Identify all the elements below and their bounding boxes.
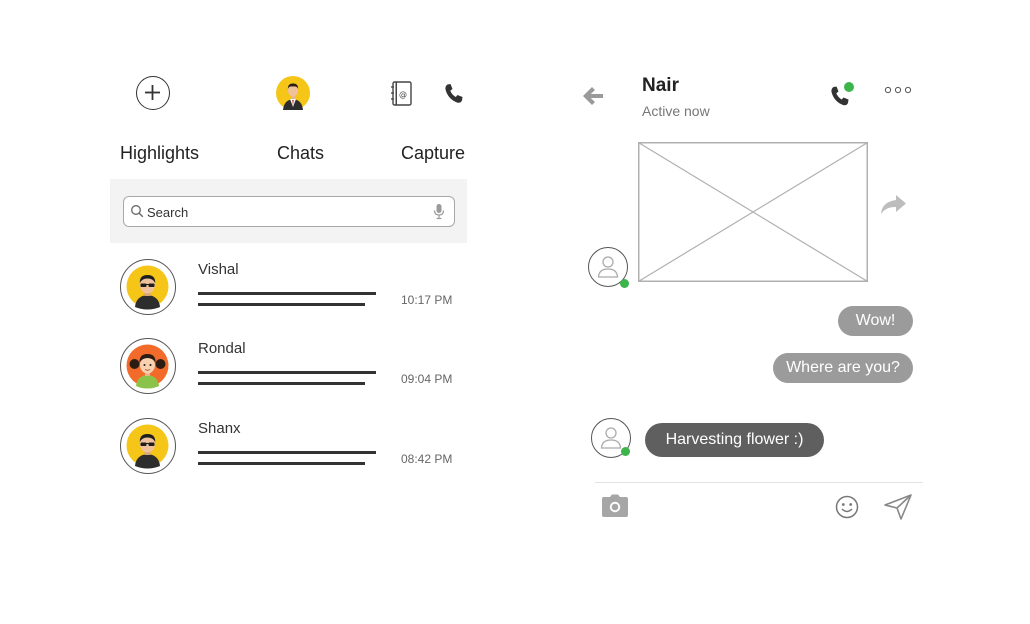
incoming-message-bubble: Harvesting flower :) [645,423,824,457]
tab-chats[interactable]: Chats [277,143,324,164]
new-chat-button[interactable] [136,76,170,110]
man-in-suit-avatar-icon [276,76,310,110]
share-arrow-icon[interactable] [879,194,907,216]
search-input[interactable] [147,201,417,223]
profile-avatar[interactable] [276,76,310,110]
arrow-left-icon[interactable] [582,86,604,106]
chat-list-item[interactable]: Rondal 09:04 PM [110,338,467,408]
message-preview-line [198,292,376,295]
user-icon [597,256,619,278]
girl-pigtails-avatar-icon [126,344,169,389]
online-indicator [844,82,854,92]
address-book-icon[interactable]: @ [390,80,414,108]
outgoing-message-bubble: Where are you? [773,353,913,383]
tab-highlights[interactable]: Highlights [120,143,199,164]
conversation-contact-name: Nair [642,75,679,96]
message-preview-line [198,382,365,385]
message-preview-line [198,303,365,306]
contact-status: Active now [642,103,710,119]
man-sunglasses-avatar-icon [126,424,169,469]
chat-list-item[interactable]: Vishal 10:17 PM [110,259,467,329]
man-sunglasses-avatar-icon [126,265,169,310]
send-icon[interactable] [884,494,912,520]
plus-icon [145,85,160,100]
contact-name: Vishal [198,261,239,278]
microphone-icon[interactable] [432,203,446,220]
tab-capture[interactable]: Capture [401,143,465,164]
message-preview-line [198,462,365,465]
camera-icon[interactable] [601,494,629,518]
contact-name: Rondal [198,340,246,357]
composer-divider [595,482,923,483]
message-timestamp: 08:42 PM [401,452,453,466]
svg-text:@: @ [399,90,407,99]
contact-avatar [120,418,176,474]
phone-icon[interactable] [442,82,466,106]
online-indicator [621,447,630,456]
contact-name: Shanx [198,420,241,437]
message-preview-line [198,371,376,374]
image-message-placeholder[interactable] [638,142,868,282]
contact-avatar [120,259,176,315]
more-horizontal-icon[interactable] [884,86,912,94]
online-indicator [620,279,629,288]
outgoing-message-bubble: Wow! [838,306,913,336]
emoji-icon[interactable] [835,495,859,519]
message-timestamp: 09:04 PM [401,372,453,386]
call-button[interactable] [829,82,855,106]
search-icon [131,205,144,218]
contact-avatar [120,338,176,394]
message-preview-line [198,451,376,454]
message-timestamp: 10:17 PM [401,293,453,307]
chat-list-item[interactable]: Shanx 08:42 PM [110,418,467,488]
user-icon [600,427,622,449]
